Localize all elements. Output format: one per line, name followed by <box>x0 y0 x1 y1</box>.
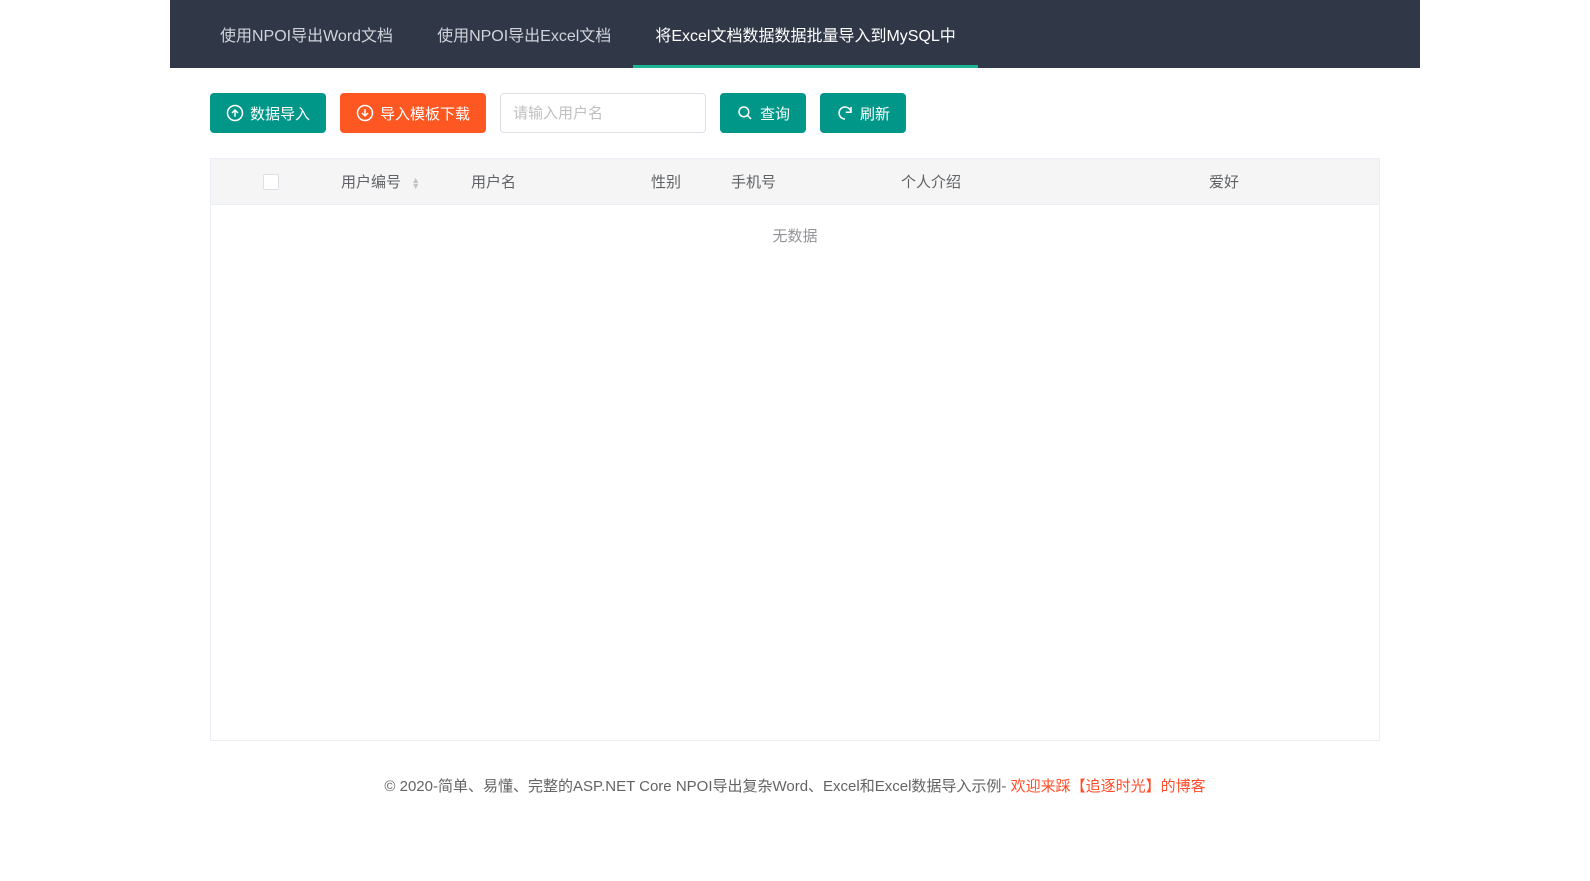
search-input[interactable] <box>500 93 706 133</box>
column-phone: 手机号 <box>721 159 891 205</box>
button-label: 数据导入 <box>250 103 310 124</box>
select-all-checkbox[interactable] <box>263 174 279 190</box>
tab-import-mysql[interactable]: 将Excel文档数据数据批量导入到MySQL中 <box>633 0 977 68</box>
tab-label: 使用NPOI导出Word文档 <box>220 22 393 46</box>
button-label: 查询 <box>760 103 790 124</box>
column-user-id[interactable]: 用户编号 ▲▼ <box>331 159 461 205</box>
column-label: 个人介绍 <box>901 174 961 191</box>
template-download-button[interactable]: 导入模板下载 <box>340 93 486 133</box>
refresh-icon <box>836 104 854 122</box>
download-icon <box>356 104 374 122</box>
sort-icon: ▲▼ <box>411 177 420 189</box>
upload-icon <box>226 104 244 122</box>
table-header-row: 用户编号 ▲▼ 用户名 性别 手机号 个人介绍 <box>211 159 1379 205</box>
tab-label: 将Excel文档数据数据批量导入到MySQL中 <box>655 22 955 46</box>
footer-text: © 2020-简单、易懂、完整的ASP.NET Core NPOI导出复杂Wor… <box>384 778 1010 795</box>
tab-export-excel[interactable]: 使用NPOI导出Excel文档 <box>415 0 633 68</box>
footer: © 2020-简单、易懂、完整的ASP.NET Core NPOI导出复杂Wor… <box>0 765 1590 806</box>
column-checkbox <box>211 159 331 205</box>
query-button[interactable]: 查询 <box>720 93 806 133</box>
column-label: 用户名 <box>471 174 516 191</box>
footer-link[interactable]: 欢迎来踩【追逐时光】的博客 <box>1011 778 1206 795</box>
column-label: 手机号 <box>731 174 776 191</box>
tab-export-word[interactable]: 使用NPOI导出Word文档 <box>198 0 415 68</box>
column-label: 用户编号 <box>341 174 401 191</box>
column-label: 爱好 <box>1209 174 1239 191</box>
column-hobby: 爱好 <box>1199 159 1379 205</box>
tab-label: 使用NPOI导出Excel文档 <box>437 22 611 46</box>
button-label: 导入模板下载 <box>380 103 470 124</box>
column-intro: 个人介绍 <box>891 159 1199 205</box>
toolbar: 数据导入 导入模板下载 查询 刷新 <box>170 93 1420 133</box>
nav-tabs: 使用NPOI导出Word文档 使用NPOI导出Excel文档 将Excel文档数… <box>170 0 1420 68</box>
column-gender: 性别 <box>641 159 721 205</box>
button-label: 刷新 <box>860 103 890 124</box>
refresh-button[interactable]: 刷新 <box>820 93 906 133</box>
table-body-empty <box>211 246 1379 740</box>
column-username: 用户名 <box>461 159 641 205</box>
search-icon <box>736 104 754 122</box>
no-data-text: 无数据 <box>211 205 1379 246</box>
column-label: 性别 <box>651 174 681 191</box>
import-button[interactable]: 数据导入 <box>210 93 326 133</box>
data-table: 用户编号 ▲▼ 用户名 性别 手机号 个人介绍 <box>210 158 1380 741</box>
